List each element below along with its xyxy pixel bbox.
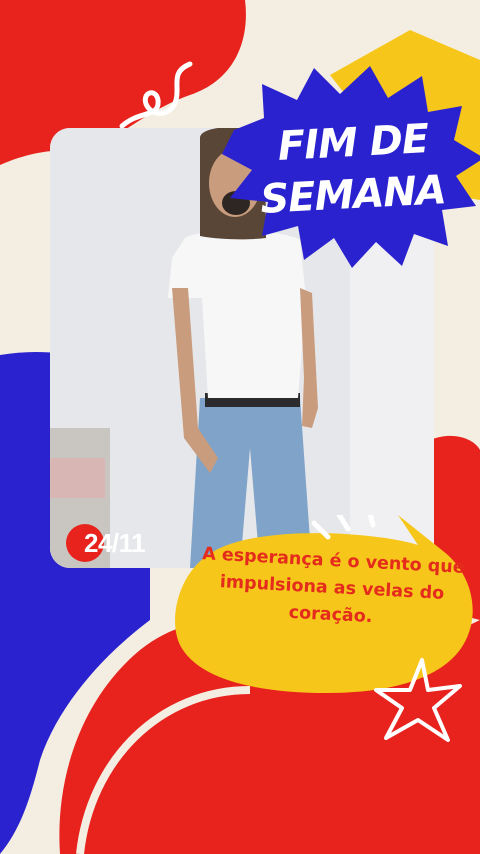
date-badge: 24/11: [84, 528, 146, 558]
spark-lines-icon: [311, 515, 376, 540]
story-canvas: 24/11 FIM DE SEMANA A esperança é o vent…: [0, 0, 480, 854]
quote-text: A esperança é o vento que impulsiona as …: [201, 544, 466, 628]
star-outline-icon: [374, 658, 462, 742]
title-starburst: FIM DE SEMANA: [222, 60, 480, 270]
